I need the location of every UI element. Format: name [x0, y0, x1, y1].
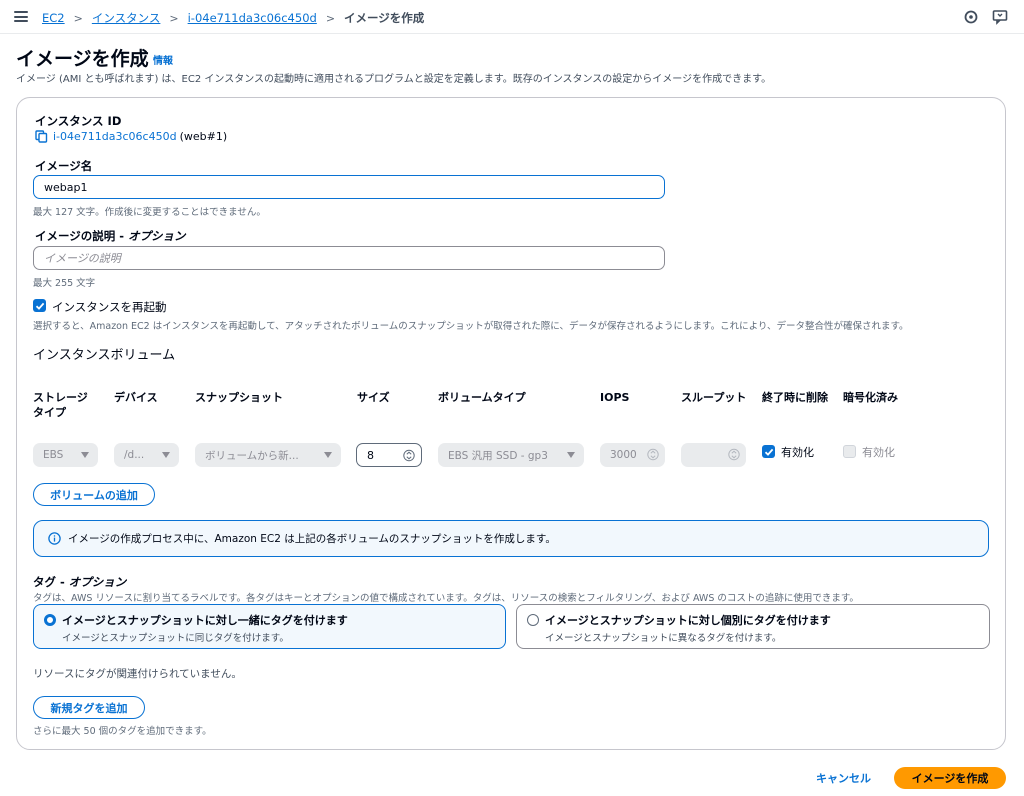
breadcrumb-instances[interactable]: インスタンス: [92, 10, 161, 26]
reboot-checkbox[interactable]: [33, 299, 46, 312]
breadcrumb: EC2 > インスタンス > i-04e711da3c06c450d > イメー…: [42, 10, 424, 26]
delete-on-termination-label: 有効化: [781, 446, 814, 459]
copy-icon[interactable]: [35, 130, 48, 143]
tag-together-description: イメージとスナップショットに同じタグを付けます。: [62, 633, 289, 644]
instance-id-link[interactable]: i-04e711da3c06c450d: [53, 130, 177, 143]
caret-down-icon: [567, 452, 575, 458]
tags-label: タグ - オプション: [33, 575, 127, 589]
menu-icon[interactable]: [14, 11, 28, 22]
page-description: イメージ (AMI とも呼ばれます) は、EC2 インスタンスの起動時に適用され…: [16, 74, 772, 85]
page-title: イメージを作成: [16, 48, 149, 70]
stepper-icon: [647, 448, 659, 461]
delete-on-termination-checkbox[interactable]: [762, 445, 775, 458]
column-delete-on-termination: 終了時に削除: [762, 391, 828, 404]
info-icon: [48, 532, 61, 545]
radio-unselected-icon[interactable]: [527, 614, 539, 626]
size-input[interactable]: 8: [356, 443, 422, 467]
snapshot-info-alert: イメージの作成プロセス中に、Amazon EC2 は上記の各ボリュームのスナップ…: [33, 520, 989, 557]
cancel-button[interactable]: キャンセル: [816, 770, 871, 786]
chevron-right-icon: >: [169, 11, 179, 25]
feedback-icon[interactable]: [992, 9, 1008, 25]
reboot-label[interactable]: インスタンスを再起動: [52, 299, 167, 315]
stepper-icon[interactable]: [403, 449, 415, 462]
image-description-input[interactable]: [33, 246, 665, 270]
throughput-input: [681, 443, 746, 467]
volume-type-select: EBS 汎用 SSD - gp3: [438, 443, 584, 467]
image-name-input[interactable]: [33, 175, 665, 199]
iops-input: 3000: [600, 443, 665, 467]
reboot-hint: 選択すると、Amazon EC2 はインスタンスを再起動して、アタッチされたボリ…: [33, 321, 909, 332]
image-name-hint: 最大 127 文字。作成後に変更することはできません。: [33, 207, 266, 218]
create-image-button[interactable]: イメージを作成: [894, 767, 1006, 789]
image-description-hint: 最大 255 文字: [33, 278, 96, 289]
image-name-label: イメージ名: [35, 159, 93, 173]
breadcrumb-instance-id[interactable]: i-04e711da3c06c450d: [188, 11, 317, 25]
chevron-right-icon: >: [325, 11, 336, 25]
snapshot-select: ボリュームから新...: [195, 443, 341, 467]
instance-id-label: インスタンス ID: [35, 114, 122, 128]
breadcrumb-ec2[interactable]: EC2: [42, 11, 65, 25]
image-description-label: イメージの説明 - オプション: [35, 229, 186, 243]
column-throughput: スループット: [681, 391, 747, 404]
column-device: デバイス: [114, 391, 158, 404]
column-iops: IOPS: [600, 391, 630, 404]
tag-separate-option[interactable]: イメージとスナップショットに対し個別にタグを付けます イメージとスナップショット…: [516, 604, 990, 649]
column-snapshot: スナップショット: [195, 391, 283, 404]
instance-volumes-title: インスタンスボリューム: [33, 348, 176, 363]
tags-description: タグは、AWS リソースに割り当てるラベルです。各タグはキーとオプションの値で構…: [33, 593, 859, 604]
encrypted-checkbox: [843, 445, 856, 458]
add-tag-hint: さらに最大 50 個のタグを追加できます。: [33, 726, 212, 737]
encrypted-label: 有効化: [862, 446, 895, 459]
tag-separate-title: イメージとスナップショットに対し個別にタグを付けます: [545, 614, 831, 627]
caret-down-icon: [324, 452, 332, 458]
no-tags-text: リソースにタグが関連付けられていません。: [33, 668, 242, 680]
device-select: /d...: [114, 443, 179, 467]
radio-selected-icon[interactable]: [44, 614, 56, 626]
top-navigation-bar: EC2 > インスタンス > i-04e711da3c06c450d > イメー…: [0, 0, 1024, 34]
instance-id-value: i-04e711da3c06c450d (web#1): [35, 130, 227, 143]
tag-together-title: イメージとスナップショットに対し一緒にタグを付けます: [62, 614, 348, 627]
chevron-right-icon: >: [73, 11, 83, 25]
column-encrypted: 暗号化済み: [843, 391, 898, 404]
info-link[interactable]: 情報: [153, 52, 173, 67]
storage-type-select: EBS: [33, 443, 98, 467]
checkmark-icon: [764, 448, 773, 456]
caret-down-icon: [162, 452, 170, 458]
column-storage-type: ストレージタイプ: [33, 391, 88, 419]
info-alert-text: イメージの作成プロセス中に、Amazon EC2 は上記の各ボリュームのスナップ…: [68, 533, 556, 545]
status-icon[interactable]: [963, 9, 979, 25]
tag-together-option[interactable]: イメージとスナップショットに対し一緒にタグを付けます イメージとスナップショット…: [33, 604, 506, 649]
instance-name: (web#1): [179, 130, 228, 143]
tag-separate-description: イメージとスナップショットに異なるタグを付けます。: [545, 633, 782, 644]
column-volume-type: ボリュームタイプ: [438, 391, 526, 404]
breadcrumb-current: イメージを作成: [344, 11, 425, 25]
checkmark-icon: [35, 302, 44, 310]
add-volume-button[interactable]: ボリュームの追加: [33, 483, 155, 506]
caret-down-icon: [81, 452, 89, 458]
add-new-tag-button[interactable]: 新規タグを追加: [33, 696, 145, 719]
stepper-icon: [728, 448, 740, 461]
column-size: サイズ: [357, 391, 390, 404]
